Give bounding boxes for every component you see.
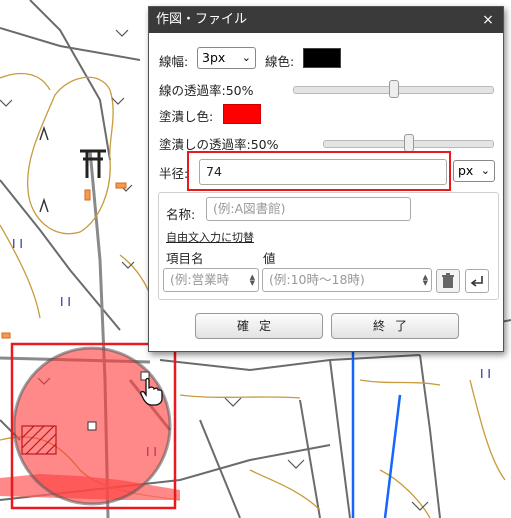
- line-opacity-label: 線の透過率:50%: [159, 83, 254, 98]
- value-column-header: 値: [263, 251, 276, 266]
- item-placeholder: (例:営業時: [170, 272, 230, 287]
- svg-text:I I: I I: [480, 367, 491, 381]
- radius-input[interactable]: 74: [199, 159, 447, 185]
- confirm-button[interactable]: 確定: [195, 313, 323, 339]
- close-button[interactable]: 終了: [331, 313, 459, 339]
- slider-thumb[interactable]: [388, 80, 399, 98]
- line-width-select[interactable]: 3px ⌄: [197, 47, 256, 69]
- fill-color-label: 塗潰し色:: [159, 109, 214, 124]
- freetext-toggle-link[interactable]: 自由文入力に切替: [166, 229, 254, 245]
- delete-row-button[interactable]: [436, 269, 460, 293]
- radius-value: 74: [206, 164, 222, 179]
- svg-text:I I: I I: [12, 237, 23, 251]
- name-placeholder: (例:A図書館): [213, 201, 286, 216]
- line-color-swatch[interactable]: [303, 48, 341, 68]
- radius-label: 半径:: [159, 166, 189, 181]
- spinner-icon: ▲ ▼: [422, 273, 428, 287]
- close-icon[interactable]: ×: [480, 7, 496, 33]
- line-opacity-slider[interactable]: [293, 80, 494, 98]
- chevron-down-icon: ⌄: [480, 164, 490, 177]
- add-row-button[interactable]: [465, 269, 489, 293]
- slider-thumb[interactable]: [403, 134, 414, 152]
- name-input[interactable]: (例:A図書館): [206, 197, 411, 221]
- dialog-titlebar[interactable]: 作図・ファイル ×: [149, 7, 503, 33]
- name-label: 名称:: [166, 207, 196, 222]
- dialog-title: 作図・ファイル: [156, 12, 248, 27]
- item-name-input[interactable]: (例:営業時 ▲ ▼: [163, 268, 259, 292]
- chevron-down-icon: ⌄: [241, 51, 251, 64]
- line-color-label: 線色:: [265, 54, 295, 69]
- spinner-icon: ▲ ▼: [249, 273, 255, 287]
- value-placeholder: (例:10時～18時): [269, 272, 365, 287]
- center-handle[interactable]: [87, 421, 97, 431]
- fill-color-swatch[interactable]: [223, 104, 261, 124]
- item-column-header: 項目名: [166, 251, 204, 266]
- item-value-input[interactable]: (例:10時～18時) ▲ ▼: [262, 268, 432, 292]
- trash-icon: [442, 273, 454, 288]
- fill-opacity-slider[interactable]: [323, 134, 494, 152]
- enter-icon: [470, 276, 483, 287]
- line-width-value: 3px: [202, 50, 226, 65]
- radius-unit-value: px: [458, 163, 474, 178]
- line-width-label: 線幅:: [159, 54, 189, 69]
- svg-text:I I: I I: [60, 295, 71, 309]
- radius-unit-select[interactable]: px ⌄: [453, 160, 495, 182]
- fill-opacity-label: 塗潰しの透過率:50%: [159, 137, 279, 152]
- drawing-dialog: 作図・ファイル × 線幅: 3px ⌄ 線色: 線の透過率:50% 塗潰し色: …: [148, 6, 504, 352]
